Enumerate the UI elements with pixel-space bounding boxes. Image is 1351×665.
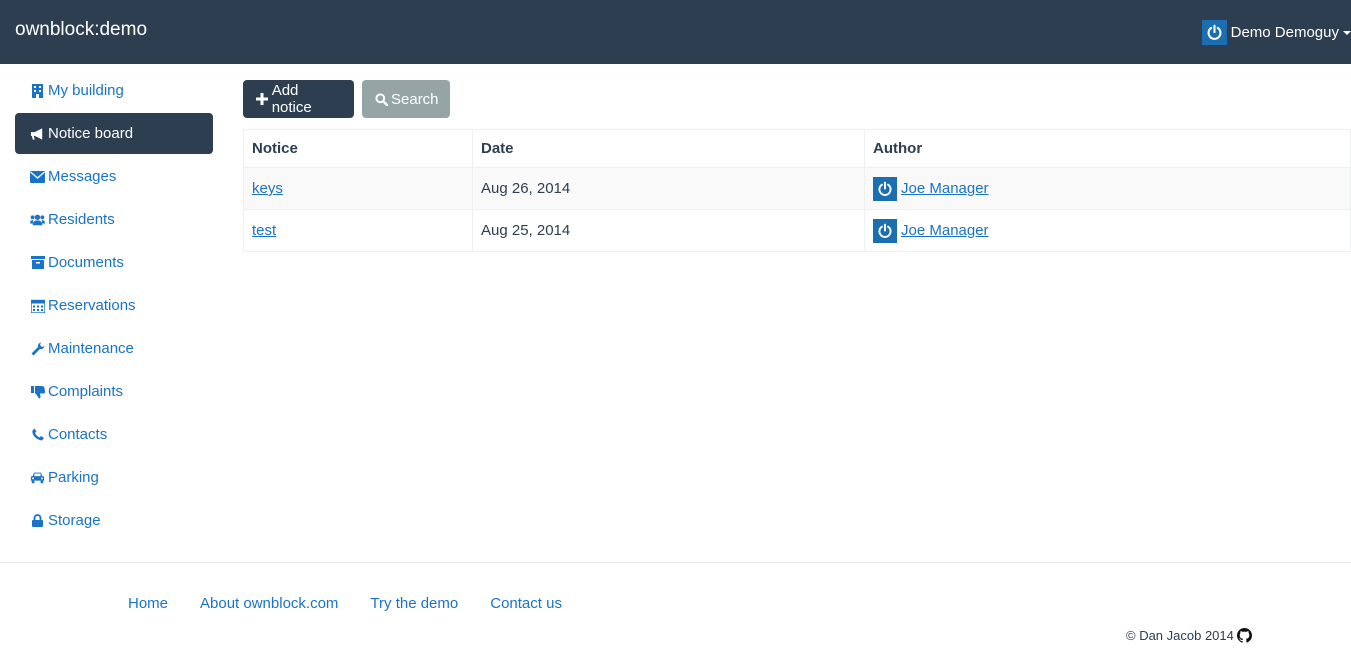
sidebar-item-messages[interactable]: Messages — [15, 156, 213, 197]
sidebar-item-label: Maintenance — [48, 340, 134, 357]
lock-icon — [30, 513, 45, 528]
bullhorn-icon — [30, 126, 45, 141]
sidebar-item-documents[interactable]: Documents — [15, 242, 213, 283]
brand-logo[interactable]: ownblock:demo — [15, 18, 147, 42]
author-avatar — [873, 176, 897, 201]
sidebar-item-label: Parking — [48, 469, 99, 486]
copyright-text: © Dan Jacob 2014 — [1126, 628, 1234, 643]
sidebar-item-storage[interactable]: Storage — [15, 500, 213, 541]
notice-link[interactable]: keys — [252, 180, 283, 197]
sidebar-item-label: Notice board — [48, 125, 134, 142]
sidebar-item-notice-board[interactable]: Notice board — [15, 113, 213, 154]
footer-link-home[interactable]: Home — [128, 595, 168, 612]
building-icon — [30, 83, 45, 98]
search-button[interactable]: Search — [362, 80, 450, 118]
archive-icon — [30, 255, 45, 270]
users-icon — [30, 212, 45, 227]
sidebar-item-label: Reservations — [48, 297, 136, 314]
github-icon[interactable] — [1236, 628, 1252, 643]
notice-cell: test — [243, 209, 473, 252]
sidebar-item-parking[interactable]: Parking — [15, 457, 213, 498]
sidebar-item-label: Complaints — [48, 383, 124, 400]
sidebar-item-label: Residents — [48, 211, 115, 228]
add-notice-button[interactable]: Add notice — [243, 80, 354, 118]
user-menu[interactable]: Demo Demoguy — [1201, 19, 1351, 45]
column-header-date: Date — [472, 129, 865, 168]
table-row: test Aug 25, 2014 Joe Manager — [243, 209, 1351, 252]
sidebar-item-complaints[interactable]: Complaints — [15, 371, 213, 412]
author-avatar — [873, 218, 897, 243]
wrench-icon — [30, 341, 45, 356]
add-notice-label: Add notice — [271, 82, 312, 116]
table-header-row: Notice Date Author — [243, 129, 1351, 168]
notice-link[interactable]: test — [252, 222, 276, 239]
sidebar-item-contacts[interactable]: Contacts — [15, 414, 213, 455]
calendar-icon — [30, 298, 45, 313]
column-header-author: Author — [864, 129, 1351, 168]
footer-links: Home About ownblock.com Try the demo Con… — [128, 595, 594, 612]
sidebar-item-reservations[interactable]: Reservations — [15, 285, 213, 326]
footer-link-contact[interactable]: Contact us — [490, 595, 562, 612]
table-row: keys Aug 26, 2014 Joe Manager — [243, 167, 1351, 210]
car-icon — [30, 470, 45, 485]
footer-link-about[interactable]: About ownblock.com — [200, 595, 338, 612]
search-icon — [375, 92, 388, 106]
footer-divider — [0, 562, 1351, 563]
power-icon — [1207, 24, 1222, 40]
sidebar-item-residents[interactable]: Residents — [15, 199, 213, 240]
sidebar-item-label: Messages — [48, 168, 117, 185]
top-navbar: ownblock:demo Demo Demoguy — [0, 0, 1351, 64]
sidebar-item-my-building[interactable]: My building — [15, 70, 213, 111]
phone-icon — [30, 427, 45, 442]
sidebar-item-maintenance[interactable]: Maintenance — [15, 328, 213, 369]
notice-cell: keys — [243, 167, 473, 210]
date-cell: Aug 26, 2014 — [472, 167, 865, 210]
sidebar-item-label: Contacts — [48, 426, 108, 443]
user-avatar — [1201, 19, 1227, 45]
sidebar-item-label: Storage — [48, 512, 101, 529]
power-icon — [878, 181, 892, 196]
author-link[interactable]: Joe Manager — [901, 180, 989, 197]
copyright: © Dan Jacob 2014 — [1126, 628, 1252, 643]
envelope-icon — [30, 169, 45, 184]
author-cell: Joe Manager — [864, 167, 1351, 210]
sidebar-item-label: Documents — [48, 254, 124, 271]
search-label: Search — [391, 90, 439, 108]
chevron-down-icon — [1343, 31, 1351, 35]
plus-icon — [256, 93, 269, 106]
sidebar-item-label: My building — [48, 82, 124, 99]
user-name: Demo Demoguy — [1230, 23, 1339, 41]
power-icon — [878, 223, 892, 238]
footer-link-try-demo[interactable]: Try the demo — [370, 595, 458, 612]
date-cell: Aug 25, 2014 — [472, 209, 865, 252]
author-link[interactable]: Joe Manager — [901, 222, 989, 239]
notices-table: Notice Date Author keys Aug 26, 2014 Joe… — [243, 129, 1351, 252]
column-header-notice: Notice — [243, 129, 473, 168]
thumbs-down-icon — [30, 384, 45, 399]
sidebar: My building Notice board Messages Reside… — [15, 70, 213, 543]
author-cell: Joe Manager — [864, 209, 1351, 252]
